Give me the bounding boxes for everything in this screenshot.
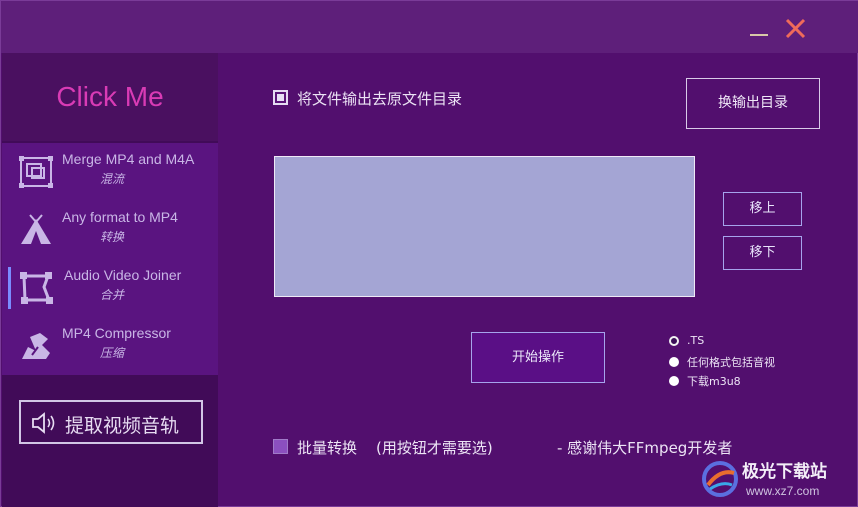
sidebar: Click Me Merge MP4 and M4A 混流 Any format… [2,53,218,507]
extract-audio-button[interactable]: 提取视频音轨 [19,400,203,444]
sidebar-item-subtitle: 转换 [99,230,124,244]
sidebar-item-subtitle: 混流 [99,172,124,186]
extract-audio-label: 提取视频音轨 [65,415,180,437]
change-output-dir-button[interactable]: 换输出目录 [686,78,820,129]
watermark-logo-icon [702,461,738,497]
format-radio-label: 下载m3u8 [687,375,741,388]
batch-convert-checkbox[interactable] [273,439,288,454]
batch-note: (用按钮才需要选) [376,439,493,457]
start-button[interactable]: 开始操作 [471,332,605,383]
brand-title[interactable]: Click Me [2,53,218,141]
watermark: 极光下载站 www.xz7.com [698,455,858,507]
sidebar-item-compressor[interactable]: MP4 Compressor 压缩 [2,317,218,375]
close-icon [785,18,806,39]
move-up-button[interactable]: 移上 [723,192,802,226]
sidebar-item-convert[interactable]: Any format to MP4 转换 [2,201,218,259]
format-radio-label: 任何格式包括音视 [687,356,775,369]
app-window: Click Me Merge MP4 and M4A 混流 Any format… [0,0,858,507]
node-shape-icon [20,272,53,304]
format-radio-label: .TS [687,334,705,347]
sidebar-nav: Merge MP4 and M4A 混流 Any format to MP4 转… [2,143,218,375]
main-panel: 将文件输出去原文件目录 换输出目录 移上 移下 开始操作 .TS 任何格式包括音… [218,53,858,507]
file-list[interactable] [274,156,695,297]
sidebar-item-title: Any format to MP4 [62,209,178,225]
output-source-dir-label: 将文件输出去原文件目录 [297,90,463,108]
frame-merge-icon [19,156,53,188]
sidebar-item-joiner[interactable]: Audio Video Joiner 合并 [2,259,218,317]
batch-convert-label: 批量转换 [297,439,358,457]
title-bar [1,1,858,53]
sidebar-item-title: Merge MP4 and M4A [62,151,195,167]
sidebar-item-title: MP4 Compressor [62,325,171,341]
minimize-button[interactable] [746,15,774,43]
output-source-dir-checkbox[interactable] [273,90,288,105]
format-radio-ts[interactable] [669,336,679,346]
compress-icon [22,333,50,359]
sidebar-item-title: Audio Video Joiner [64,267,182,283]
move-down-button[interactable]: 移下 [723,236,802,270]
sidebar-item-merge[interactable]: Merge MP4 and M4A 混流 [2,143,218,201]
speaker-icon [32,412,55,434]
close-button[interactable] [782,15,810,43]
tent-convert-icon [21,214,51,244]
format-radio-any[interactable] [669,357,679,367]
watermark-url: www.xz7.com [746,484,820,498]
format-radio-m3u8[interactable] [669,376,679,386]
sidebar-item-subtitle: 合并 [99,288,124,302]
sidebar-item-subtitle: 压缩 [99,346,124,360]
watermark-title: 极光下载站 [742,462,827,482]
